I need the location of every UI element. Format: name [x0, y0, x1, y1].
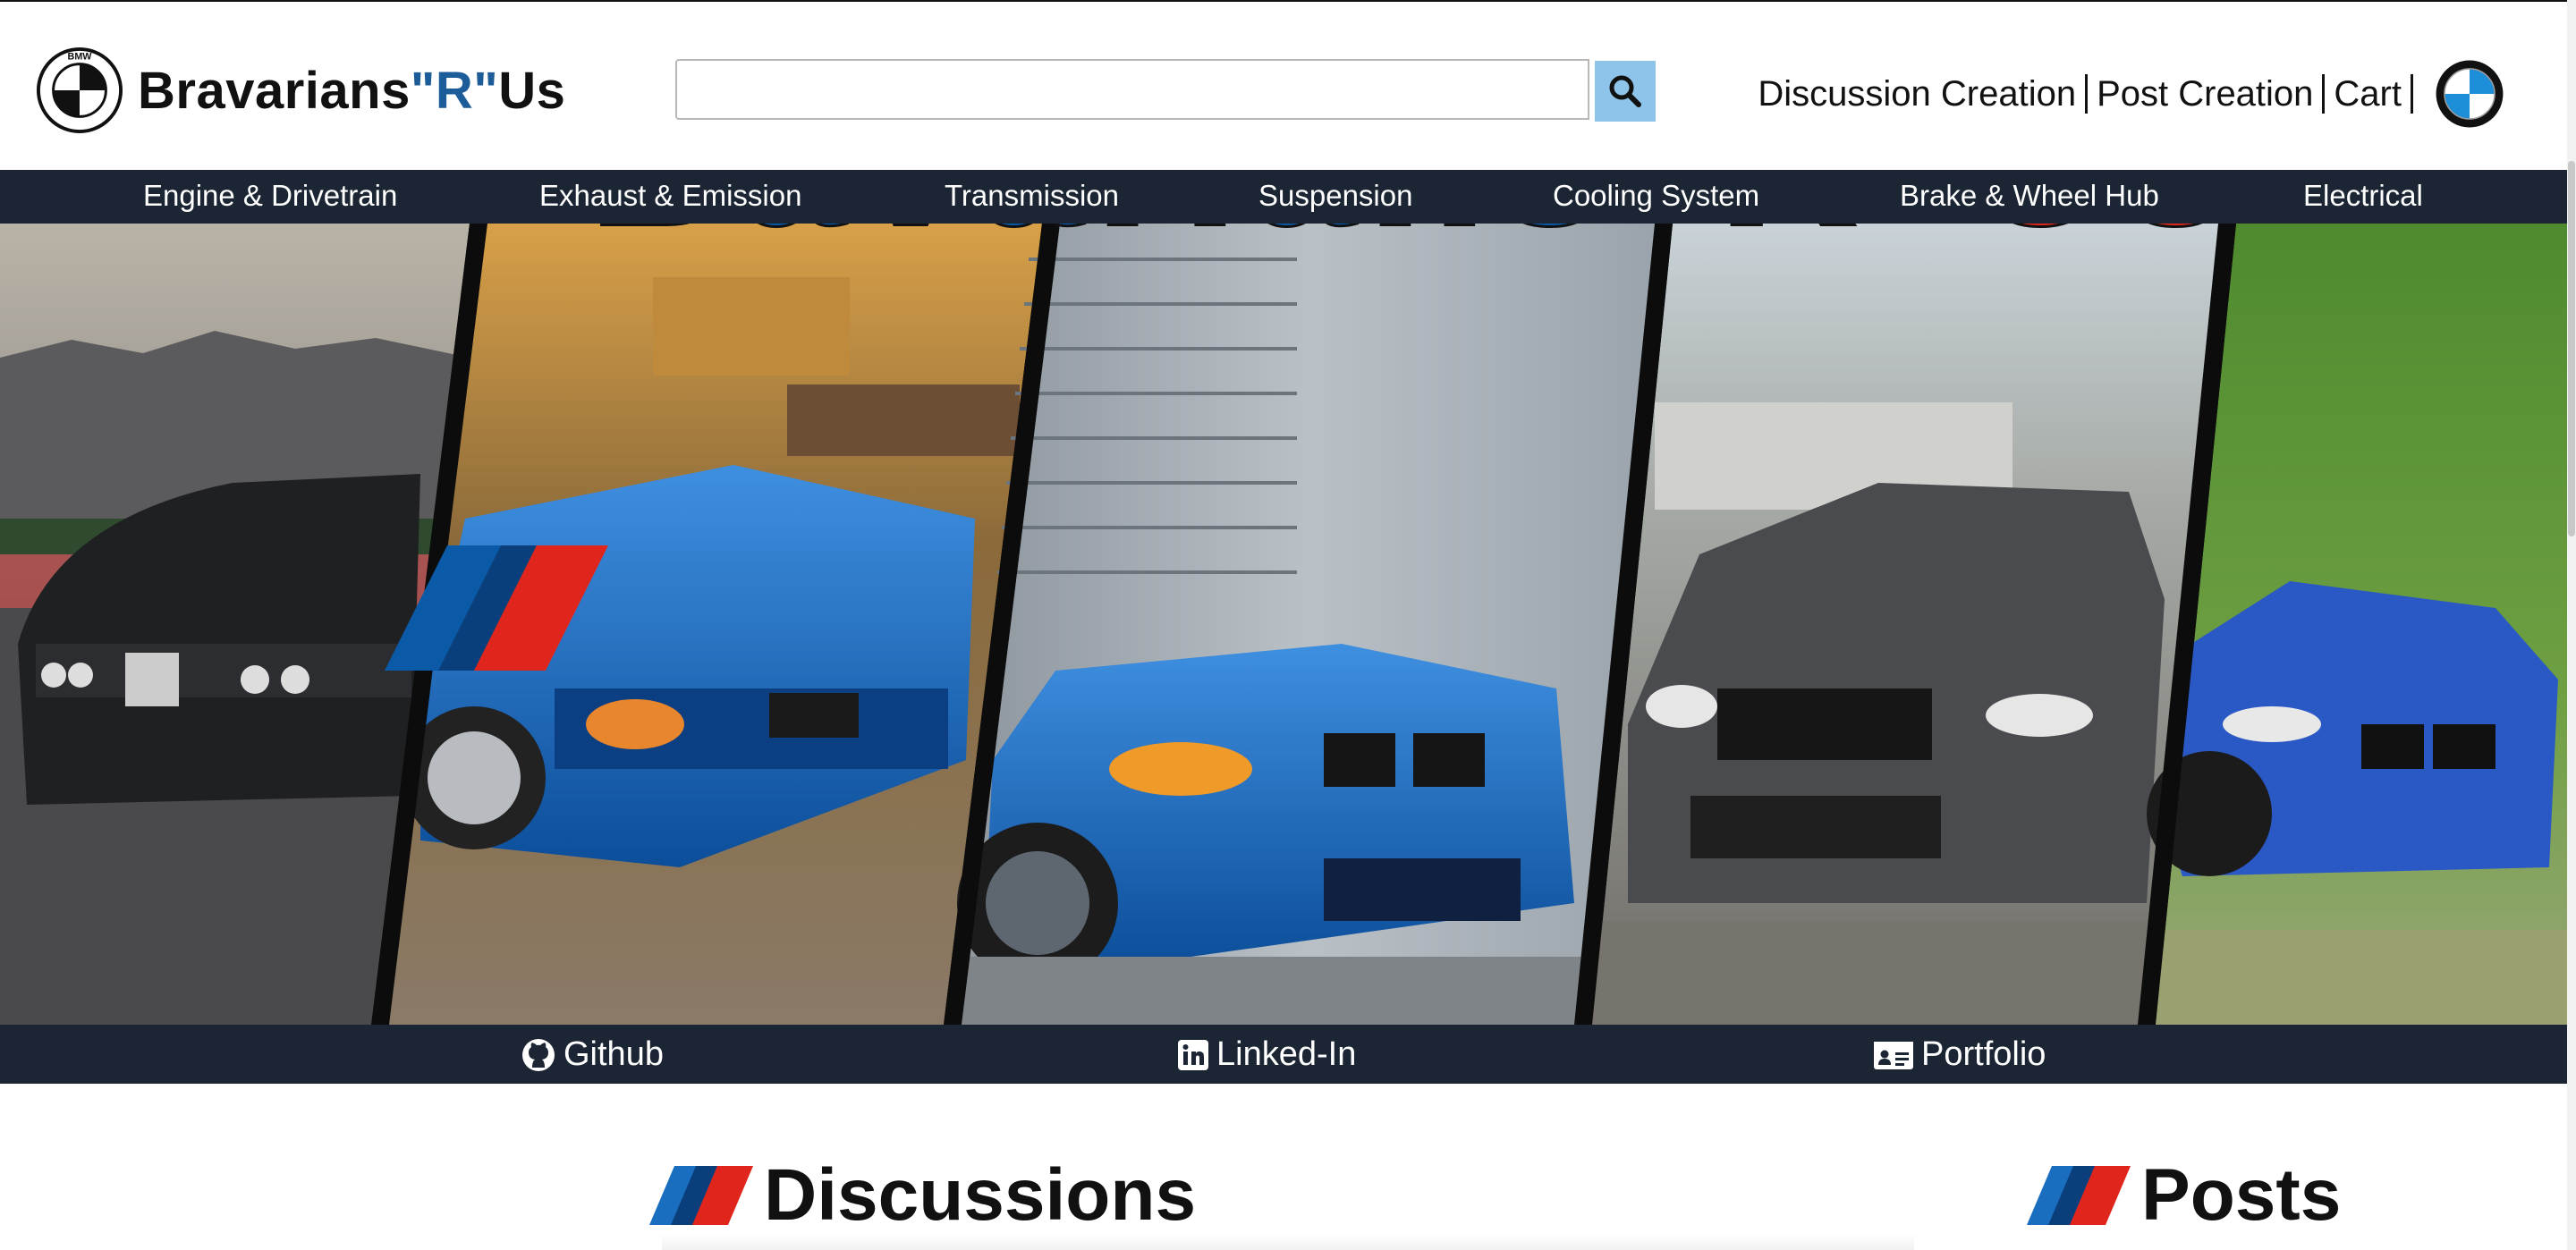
nav-electrical[interactable]: Electrical [2303, 179, 2423, 213]
brand-name-part2: "R" [410, 61, 499, 120]
discussions-title: Discussions [764, 1154, 1197, 1236]
nav-engine-drivetrain[interactable]: Engine & Drivetrain [143, 179, 397, 213]
hero-panel-4 [1592, 224, 2223, 1025]
nav-exhaust-emission[interactable]: Exhaust & Emission [539, 179, 801, 213]
github-icon [522, 1038, 555, 1071]
github-link[interactable]: Github [521, 1035, 664, 1074]
m-stripes-icon [649, 1166, 753, 1225]
hero-text-part3: Us [1974, 224, 2242, 264]
link-separator [2085, 74, 2089, 114]
brand-name: Bravarians"R"Us [138, 61, 565, 121]
site-header: BMW Bravarians"R"Us Discussion Creation … [0, 2, 2567, 170]
portfolio-label: Portfolio [1921, 1035, 2046, 1073]
scrollbar-thumb[interactable] [2568, 161, 2575, 536]
posts-title: Posts [2141, 1154, 2342, 1236]
search-button[interactable] [1595, 61, 1656, 122]
portfolio-link[interactable]: Portfolio [1873, 1035, 2046, 1074]
scrollbar-track[interactable] [2567, 0, 2576, 1250]
cart-link[interactable]: Cart [2334, 74, 2402, 114]
discussion-creation-link[interactable]: Discussion Creation [1758, 74, 2076, 114]
nav-suspension[interactable]: Suspension [1258, 179, 1412, 213]
social-links-bar: Github Linked-In Portfolio [0, 1025, 2567, 1084]
search-input[interactable] [675, 59, 1589, 120]
brand-name-part3: Us [498, 61, 566, 120]
logo-letters: BMW [68, 52, 93, 63]
posts-heading: Posts [2027, 1153, 2341, 1237]
bmw-roundel-icon[interactable] [2435, 59, 2504, 129]
hero-text-part2: "R" [1617, 224, 1974, 264]
nav-transmission[interactable]: Transmission [945, 179, 1119, 213]
hero-panel-3 [957, 224, 1659, 1025]
brand-name-part1: Bravarians [138, 61, 411, 120]
github-label: Github [564, 1035, 664, 1073]
m-stripes-icon [2027, 1166, 2131, 1225]
brand[interactable]: BMW Bravarians"R"Us [36, 46, 565, 134]
hero-image-collage: Bavarians"R"Us [0, 224, 2567, 1025]
search-icon [1609, 75, 1641, 107]
id-card-icon [1874, 1041, 1913, 1069]
link-separator [2411, 74, 2413, 114]
content-shadow [662, 1234, 1914, 1250]
linkedin-label: Linked-In [1216, 1035, 1357, 1073]
hero-banner: Bavarians"R"Us [0, 224, 2567, 1025]
linkedin-link[interactable]: Linked-In [1177, 1035, 1356, 1074]
post-creation-link[interactable]: Post Creation [2097, 74, 2313, 114]
hero-logo-text: Bavarians"R"Us [590, 224, 2242, 264]
bmw-logo-icon: BMW [36, 46, 123, 134]
category-nav: Engine & Drivetrain Exhaust & Emission T… [0, 170, 2567, 224]
nav-cooling-system[interactable]: Cooling System [1553, 179, 1759, 213]
linkedin-icon [1178, 1039, 1208, 1070]
top-links: Discussion Creation Post Creation Cart [1758, 59, 2504, 129]
nav-brake-wheel-hub[interactable]: Brake & Wheel Hub [1900, 179, 2159, 213]
link-separator [2322, 74, 2326, 114]
discussions-heading: Discussions [649, 1153, 1196, 1237]
search-bar [675, 59, 1656, 123]
hero-text-part1: Bavarians [590, 224, 1617, 264]
